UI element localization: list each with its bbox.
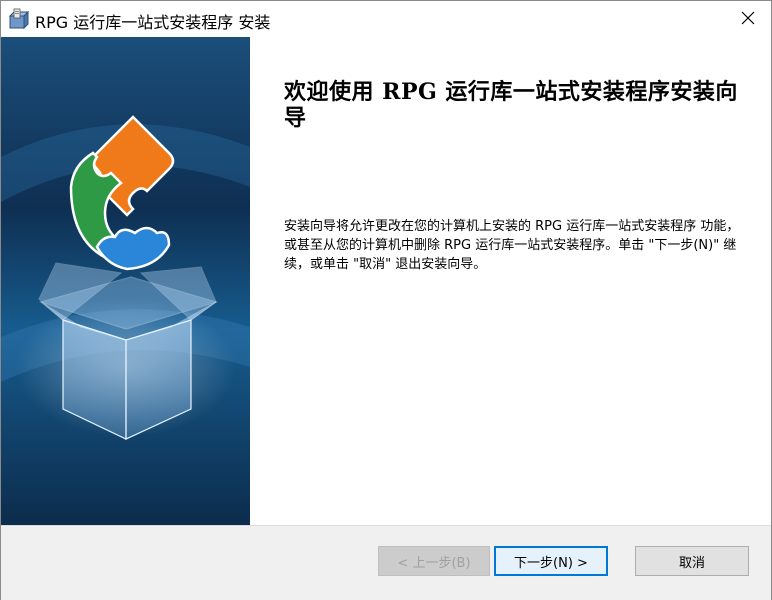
close-button[interactable] <box>725 1 771 37</box>
back-button[interactable]: < 上一步(B) <box>378 546 490 576</box>
button-bar: < 上一步(B) 下一步(N) > 取消 <box>1 525 771 600</box>
title-bar[interactable]: RPG 运行库一站式安装程序 安装 <box>1 1 771 37</box>
welcome-heading: 欢迎使用 RPG 运行库一站式安装程序安装向导 <box>284 79 738 131</box>
puzzle-box-illustration <box>1 37 250 525</box>
close-icon <box>741 10 755 29</box>
welcome-description: 安装向导将允许更改在您的计算机上安装的 RPG 运行库一站式安装程序 功能，或甚… <box>284 219 740 272</box>
side-banner <box>1 37 250 525</box>
cancel-button[interactable]: 取消 <box>635 546 749 576</box>
window-title: RPG 运行库一站式安装程序 安装 <box>35 13 271 32</box>
next-button[interactable]: 下一步(N) > <box>494 546 608 576</box>
welcome-panel: 欢迎使用 RPG 运行库一站式安装程序安装向导 安装向导将允许更改在您的计算机上… <box>250 37 771 525</box>
installer-box-icon <box>7 8 30 30</box>
installer-window: RPG 运行库一站式安装程序 安装 欢迎使用 RPG 运行库一站式安装程序安装向… <box>0 0 772 600</box>
